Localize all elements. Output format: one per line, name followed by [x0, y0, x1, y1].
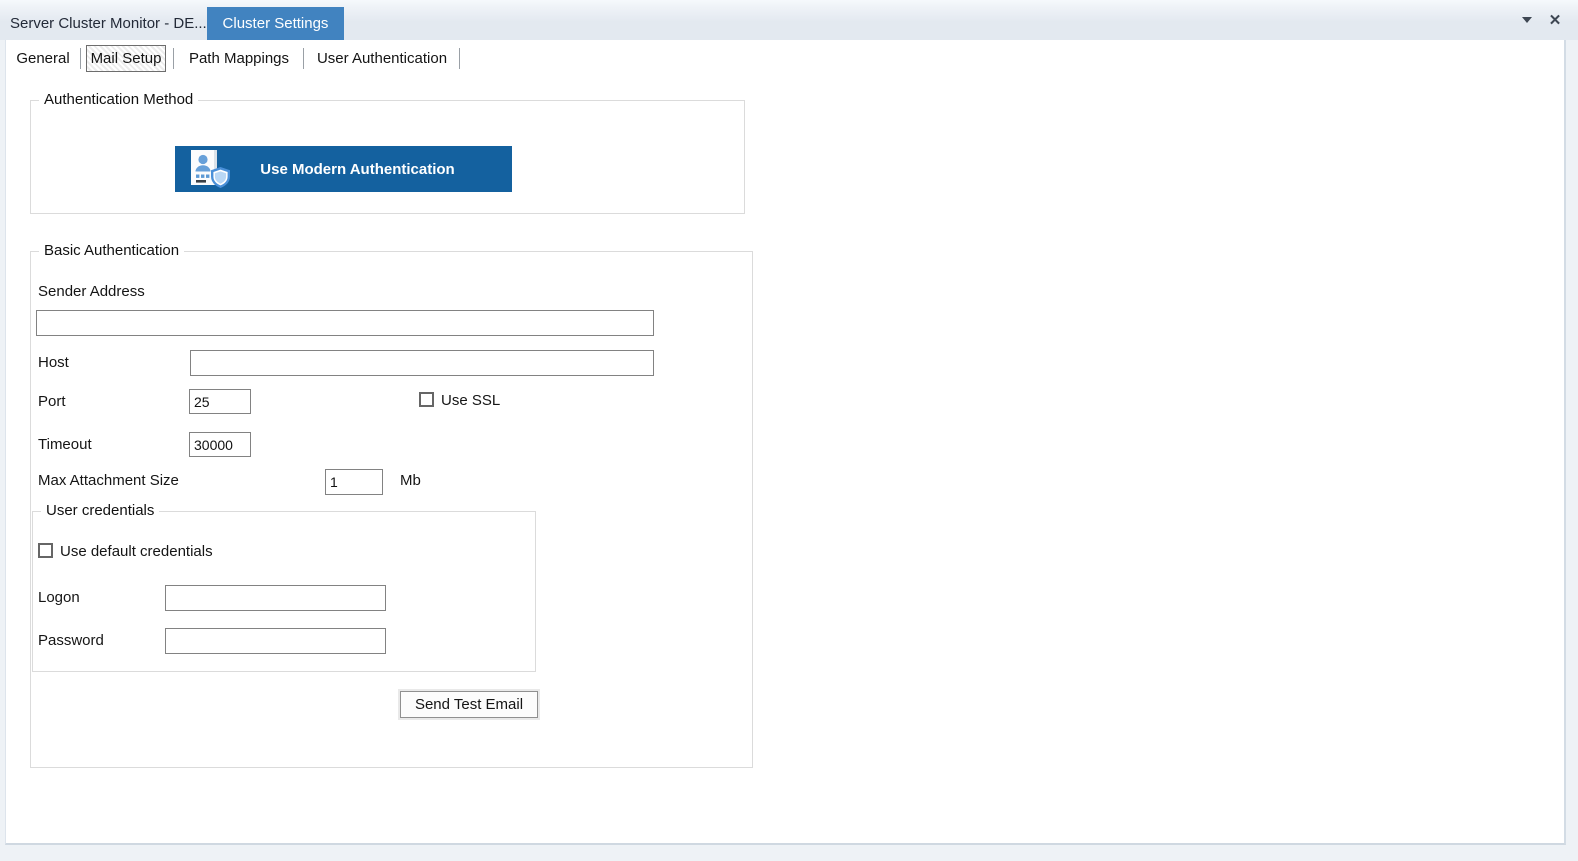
chevron-down-icon — [1522, 17, 1532, 23]
tab-label: User Authentication — [317, 50, 447, 67]
tab-path-mappings[interactable]: Path Mappings — [176, 45, 302, 72]
send-test-email-button[interactable]: Send Test Email — [400, 691, 538, 718]
doc-tab-server-cluster-monitor[interactable]: Server Cluster Monitor - DE... — [0, 7, 217, 40]
tab-separator — [80, 48, 81, 69]
password-label: Password — [38, 632, 104, 649]
tab-user-authentication[interactable]: User Authentication — [306, 45, 458, 72]
button-label: Use Modern Authentication — [231, 161, 512, 178]
tab-general[interactable]: General — [8, 45, 78, 72]
password-input[interactable] — [165, 628, 386, 654]
document-tab-bar: Server Cluster Monitor - DE... Cluster S… — [0, 0, 1578, 40]
tab-separator — [459, 48, 460, 69]
sender-address-input[interactable] — [36, 310, 654, 336]
tab-mail-setup[interactable]: Mail Setup — [86, 45, 166, 72]
logon-input[interactable] — [165, 585, 386, 611]
tab-label: General — [16, 50, 69, 67]
window-controls: ✕ — [1518, 0, 1564, 40]
cluster-settings-window: Server Cluster Monitor - DE... Cluster S… — [0, 0, 1578, 861]
use-ssl-checkbox[interactable] — [419, 392, 434, 407]
use-modern-authentication-button[interactable]: Use Modern Authentication — [175, 146, 512, 192]
tab-label: Mail Setup — [91, 50, 162, 67]
logon-label: Logon — [38, 589, 80, 606]
group-label: User credentials — [41, 502, 159, 519]
timeout-input[interactable] — [189, 432, 251, 457]
tab-separator — [173, 48, 174, 69]
sender-address-label: Sender Address — [38, 283, 145, 300]
doc-tab-label: Server Cluster Monitor - DE... — [10, 15, 207, 32]
host-input[interactable] — [190, 350, 654, 376]
timeout-label: Timeout — [38, 436, 92, 453]
max-attachment-size-input[interactable] — [325, 469, 383, 495]
window-close-button[interactable]: ✕ — [1546, 11, 1564, 29]
use-default-credentials-checkbox[interactable] — [38, 543, 53, 558]
id-card-shield-icon — [187, 149, 231, 189]
host-label: Host — [38, 354, 69, 371]
button-label: Send Test Email — [415, 696, 523, 713]
doc-tab-label: Cluster Settings — [223, 15, 329, 32]
max-attachment-unit-label: Mb — [400, 472, 421, 489]
doc-tab-cluster-settings[interactable]: Cluster Settings — [207, 7, 344, 40]
window-menu-button[interactable] — [1518, 11, 1536, 29]
port-label: Port — [38, 393, 66, 410]
close-icon: ✕ — [1549, 13, 1562, 28]
group-label: Basic Authentication — [39, 242, 184, 259]
max-attachment-size-label: Max Attachment Size — [38, 472, 179, 489]
tab-label: Path Mappings — [189, 50, 289, 67]
use-ssl-label: Use SSL — [441, 392, 500, 409]
port-input[interactable] — [189, 389, 251, 414]
group-label: Authentication Method — [39, 91, 198, 108]
tab-separator — [303, 48, 304, 69]
use-default-credentials-label: Use default credentials — [60, 543, 213, 560]
